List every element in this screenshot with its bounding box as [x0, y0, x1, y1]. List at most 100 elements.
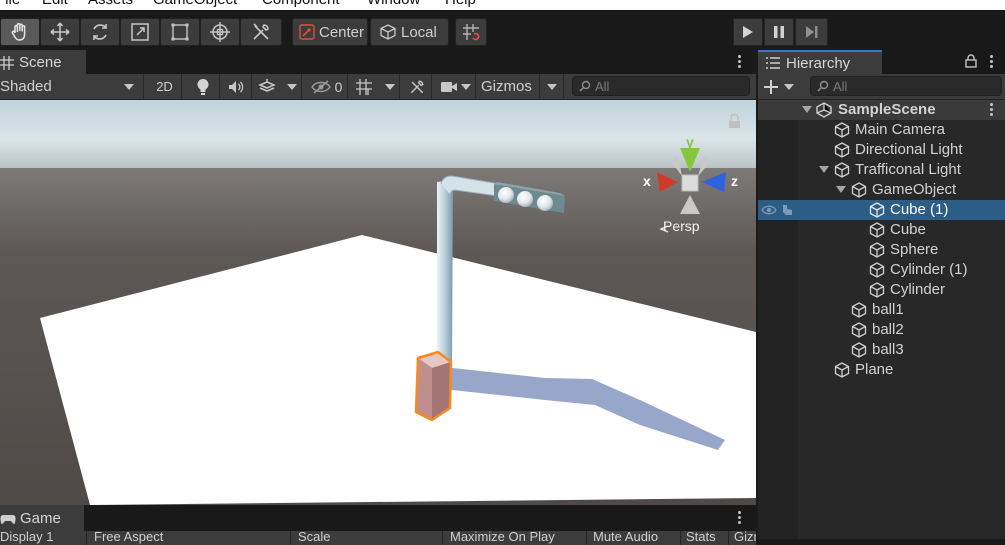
ball1-sphere[interactable]: [498, 187, 514, 203]
tree-row-samplescene[interactable]: SampleScene: [758, 100, 1005, 120]
scene-viewport[interactable]: y x z Persp: [0, 100, 756, 505]
expand-arrow-icon[interactable]: [802, 106, 812, 113]
lighting-toggle[interactable]: [186, 74, 220, 99]
rect-tool-button[interactable]: [160, 18, 200, 46]
move-tool-button[interactable]: [40, 18, 80, 46]
speaker-icon: [228, 80, 243, 93]
tree-row-label: Cube (1): [890, 201, 949, 218]
gameobject-cube-icon: [869, 202, 885, 218]
plus-icon: [764, 80, 778, 94]
gameobject-cube-icon: [851, 322, 867, 338]
chevron-down-icon: [124, 84, 134, 90]
game-options-icon[interactable]: [736, 510, 742, 526]
gameobject-cube-icon: [851, 302, 867, 318]
grid-snap-button[interactable]: [455, 18, 487, 46]
tree-row-ball3[interactable]: ball3: [758, 340, 1005, 360]
rotate-tool-button[interactable]: [80, 18, 120, 46]
pause-button[interactable]: [764, 18, 794, 46]
layers-effects-icon: [258, 78, 276, 92]
tree-row-cube[interactable]: Cube: [758, 220, 1005, 240]
gizmo-center-cube[interactable]: [681, 174, 699, 192]
tree-row-trafficonal-light[interactable]: Trafficonal Light: [758, 160, 1005, 180]
draw-mode-dropdown[interactable]: Shaded: [0, 74, 144, 99]
expand-arrow-icon[interactable]: [836, 186, 846, 193]
hidden-eye-icon: [310, 79, 331, 94]
audio-toggle[interactable]: [220, 74, 252, 99]
pickable-hand-icon[interactable]: [780, 203, 794, 217]
menu-assets[interactable]: Assets: [88, 0, 133, 8]
menu-edit[interactable]: Edit: [42, 0, 68, 8]
menu-gameobject[interactable]: GameObject: [153, 0, 237, 8]
create-dropdown[interactable]: [764, 78, 798, 96]
scene-row-options-icon[interactable]: [988, 102, 994, 118]
gameobject-cube-icon: [851, 182, 867, 198]
pivot-space-label: Local: [401, 23, 437, 41]
2d-mode-toggle[interactable]: 2D: [148, 74, 182, 99]
custom-tool-button[interactable]: [240, 18, 282, 46]
tree-row-label: Plane: [855, 361, 894, 378]
scene-options-icon[interactable]: [736, 54, 742, 70]
menu-window[interactable]: Window: [367, 0, 420, 8]
tree-row-sphere[interactable]: Sphere: [758, 240, 1005, 260]
aspect-dropdown[interactable]: Free Aspect: [94, 531, 163, 544]
tree-row-main-camera[interactable]: Main Camera: [758, 120, 1005, 140]
step-button[interactable]: [795, 18, 828, 46]
tree-row-cube-1[interactable]: Cube (1): [758, 200, 1005, 220]
menu-help[interactable]: Help: [445, 0, 476, 8]
hierarchy-options-icon[interactable]: [988, 54, 994, 70]
list-icon: [766, 57, 780, 69]
pole-cylinder[interactable]: [437, 180, 453, 366]
visibility-eye-icon[interactable]: [761, 204, 777, 216]
transform-tool-button[interactable]: [200, 18, 240, 46]
maximize-on-play-toggle[interactable]: Maximize On Play: [450, 531, 555, 544]
tab-scene[interactable]: Scene: [0, 50, 86, 74]
hidden-count: 0: [334, 78, 343, 95]
persp-label[interactable]: Persp: [663, 218, 700, 234]
camera-dropdown[interactable]: [434, 74, 476, 99]
scene-visibility-toggle[interactable]: 0: [306, 74, 348, 99]
tree-row-ball2[interactable]: ball2: [758, 320, 1005, 340]
2d-mode-label: 2D: [156, 79, 173, 94]
unity-scene-icon: [816, 102, 832, 118]
effects-dropdown[interactable]: [252, 74, 302, 99]
tree-row-directional-light[interactable]: Directional Light: [758, 140, 1005, 160]
menu-bar: File Edit Assets GameObject Component Wi…: [0, 0, 1005, 10]
tree-row-plane[interactable]: Plane: [758, 360, 1005, 380]
pivot-mode-button[interactable]: Center: [292, 18, 368, 46]
tree-row-gameobject[interactable]: GameObject: [758, 180, 1005, 200]
tree-row-label: ball1: [872, 301, 904, 318]
scene-render[interactable]: y x z Persp: [0, 100, 756, 505]
menu-file[interactable]: File: [0, 0, 20, 8]
gizmos-button[interactable]: Gizmos: [476, 74, 540, 99]
scale-tool-button[interactable]: [120, 18, 160, 46]
tree-row-ball1[interactable]: ball1: [758, 300, 1005, 320]
display-dropdown[interactable]: Display 1: [0, 531, 53, 544]
hierarchy-search-input[interactable]: All: [810, 76, 1002, 96]
hand-tool-button[interactable]: [0, 18, 40, 46]
stats-toggle[interactable]: Stats: [686, 531, 716, 544]
lock-icon[interactable]: [965, 54, 977, 68]
play-button[interactable]: [733, 18, 763, 46]
move-arrows-icon: [50, 22, 70, 42]
component-tools-button[interactable]: [402, 74, 432, 99]
chevron-down-icon: [546, 83, 557, 90]
game-toolbar: Display 1 Free Aspect Scale Maximize On …: [0, 531, 756, 545]
tree-row-cylinder-1[interactable]: Cylinder (1): [758, 260, 1005, 280]
tab-game[interactable]: Game: [0, 505, 84, 531]
tree-row-cylinder[interactable]: Cylinder: [758, 280, 1005, 300]
tree-row-label: Cube: [890, 221, 926, 238]
wrench-screwdriver-icon: [410, 80, 423, 93]
ball3-sphere[interactable]: [537, 195, 553, 211]
scale-slider-label[interactable]: Scale: [298, 531, 331, 544]
ball2-sphere[interactable]: [517, 191, 533, 207]
mute-audio-toggle[interactable]: Mute Audio: [593, 531, 658, 544]
gizmos-dropdown[interactable]: [540, 74, 564, 99]
scene-search-input[interactable]: All: [572, 76, 750, 96]
expand-arrow-icon[interactable]: [819, 166, 829, 173]
menu-component[interactable]: Component: [262, 0, 340, 8]
gameobject-cube-icon: [834, 362, 850, 378]
pivot-space-button[interactable]: Local: [370, 18, 449, 46]
tab-hierarchy[interactable]: Hierarchy: [758, 50, 882, 74]
grid-dropdown[interactable]: [350, 74, 400, 99]
game-gizmos-toggle[interactable]: Gizmos: [734, 531, 756, 544]
